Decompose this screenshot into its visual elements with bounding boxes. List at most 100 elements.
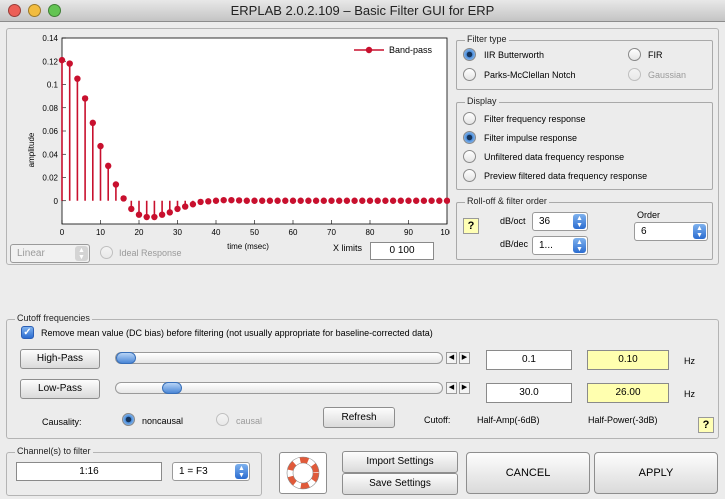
causal-radio[interactable] [216, 413, 229, 426]
plot-area [61, 37, 448, 225]
stem-point [74, 75, 81, 82]
dboct-stepper-icon: ▲ ▼ [573, 214, 586, 229]
x-tick-label: 60 [289, 228, 298, 237]
x-tick-label: 10 [96, 228, 105, 237]
dbdec-value: 1... [539, 240, 553, 251]
half-amp-label: Half-Amp(-6dB) [477, 415, 540, 425]
x-axis-label: time (msec) [227, 242, 269, 251]
channels-input[interactable]: 1:16 [16, 462, 162, 481]
stem-point [382, 197, 389, 204]
help-lifebuoy-button[interactable] [279, 452, 327, 494]
impulse-response-plot: 0.14 0.12 0.1 0.08 0.06 0.04 0.02 0 0 10 20 30 40 50 6… [27, 34, 450, 251]
stem-point [189, 201, 197, 208]
highpass-input[interactable]: 0.1 [486, 350, 572, 370]
lifebuoy-icon [286, 456, 320, 490]
stem-point [259, 197, 266, 204]
highpass-button[interactable]: High-Pass [20, 349, 100, 369]
y-tick-label: 0.08 [42, 104, 58, 113]
dbdec-label: dB/dec [500, 239, 529, 249]
highpass-right-arrow-icon[interactable]: ▶ [459, 352, 470, 364]
filter-type-group: Filter type [456, 34, 713, 90]
stem-point [58, 56, 66, 64]
x-tick-label: 80 [366, 228, 375, 237]
x-limits-input[interactable]: 0 100 [370, 242, 434, 260]
highpass-left-arrow-icon[interactable]: ◀ [446, 352, 457, 364]
lowpass-hz-label: Hz [684, 389, 695, 399]
lowpass-button[interactable]: Low-Pass [20, 379, 100, 399]
legend-label: Band-pass [389, 45, 433, 55]
x-tick-label: 100 [440, 228, 450, 237]
y-tick-label: 0.1 [47, 81, 59, 90]
stem-point [405, 197, 412, 204]
cancel-button[interactable]: CANCEL [466, 452, 590, 494]
y-tick-label: 0.02 [42, 174, 58, 183]
cutoff-help-button[interactable]: ? [698, 417, 714, 433]
display-title: Display [465, 96, 499, 106]
dbdec-dropdown[interactable]: 1... ▲ ▼ [532, 236, 588, 255]
display-preview-label: Preview filtered data frequency response [484, 171, 648, 181]
parks-mcclellan-radio[interactable] [463, 68, 476, 81]
window-title: ERPLAB 2.0.2.109 – Basic Filter GUI for … [230, 3, 495, 18]
scale-dropdown-value: Linear [17, 248, 45, 259]
display-filter-freq-radio[interactable] [463, 112, 476, 125]
noncausal-label: noncausal [142, 416, 184, 426]
highpass-slider[interactable] [115, 352, 443, 364]
stem-point [312, 197, 320, 204]
stem-point [397, 197, 404, 204]
title-bar: ERPLAB 2.0.2.109 – Basic Filter GUI for … [0, 0, 725, 22]
stem-point [105, 162, 112, 170]
scale-dropdown[interactable]: Linear ▲ ▼ [10, 244, 90, 263]
order-dropdown[interactable]: 6 ▲ ▼ [634, 222, 708, 241]
stem-point [112, 181, 120, 188]
lowpass-slider[interactable] [115, 382, 443, 394]
iir-butterworth-radio[interactable] [463, 48, 476, 61]
dboct-dropdown[interactable]: 36 ▲ ▼ [532, 212, 588, 231]
lowpass-left-arrow-icon[interactable]: ◀ [446, 382, 457, 394]
x-tick-label: 30 [173, 228, 182, 237]
stem-point [143, 213, 150, 221]
display-preview-radio[interactable] [463, 169, 476, 182]
display-unfiltered-radio[interactable] [463, 150, 476, 163]
lowpass-right-arrow-icon[interactable]: ▶ [459, 382, 470, 394]
dc-bias-checkbox[interactable]: ✓ [21, 326, 34, 339]
stem-point [305, 197, 312, 204]
causal-label: causal [236, 416, 263, 426]
display-impulse-radio[interactable] [463, 131, 476, 144]
y-axis-label: amplitude [27, 132, 36, 167]
import-settings-button[interactable]: Import Settings [342, 451, 458, 473]
y-tick-label: 0.06 [42, 127, 58, 136]
apply-button[interactable]: APPLY [594, 452, 718, 494]
lowpass-slider-thumb[interactable] [161, 382, 182, 394]
refresh-button[interactable]: Refresh [323, 407, 395, 428]
rolloff-help-button[interactable]: ? [463, 218, 479, 234]
stem-point [374, 197, 381, 204]
stem-point [243, 197, 250, 204]
order-value: 6 [641, 226, 647, 237]
stem-point [328, 197, 335, 204]
scale-stepper-icon: ▲ ▼ [75, 246, 88, 261]
lowpass-input[interactable]: 30.0 [486, 383, 572, 403]
display-unfiltered-label: Unfiltered data frequency response [484, 152, 625, 162]
highpass-slider-thumb[interactable] [116, 352, 136, 364]
stem-point [359, 197, 366, 204]
lowpass-halfpower-value: 26.00 [587, 383, 669, 403]
highpass-halfpower-value: 0.10 [587, 350, 669, 370]
cutoff-label: Cutoff: [424, 415, 451, 425]
channel-stepper-icon: ▲ ▼ [235, 464, 248, 479]
stem-point [274, 197, 281, 204]
gaussian-radio[interactable] [628, 68, 641, 81]
stem-point [120, 195, 127, 202]
stem-point [336, 197, 343, 204]
fir-radio[interactable] [628, 48, 641, 61]
channel-dropdown[interactable]: 1 = F3 ▲ ▼ [172, 462, 250, 481]
iir-butterworth-label: IIR Butterworth [484, 50, 545, 60]
noncausal-radio[interactable] [122, 413, 135, 426]
stem-point [128, 205, 135, 213]
channel-dropdown-value: 1 = F3 [179, 466, 208, 477]
save-settings-button[interactable]: Save Settings [342, 473, 458, 495]
filter-type-title: Filter type [465, 34, 509, 44]
stem-point [366, 197, 374, 204]
ideal-response-radio[interactable] [100, 246, 113, 259]
half-power-label: Half-Power(-3dB) [588, 415, 658, 425]
stem-point [220, 196, 227, 204]
